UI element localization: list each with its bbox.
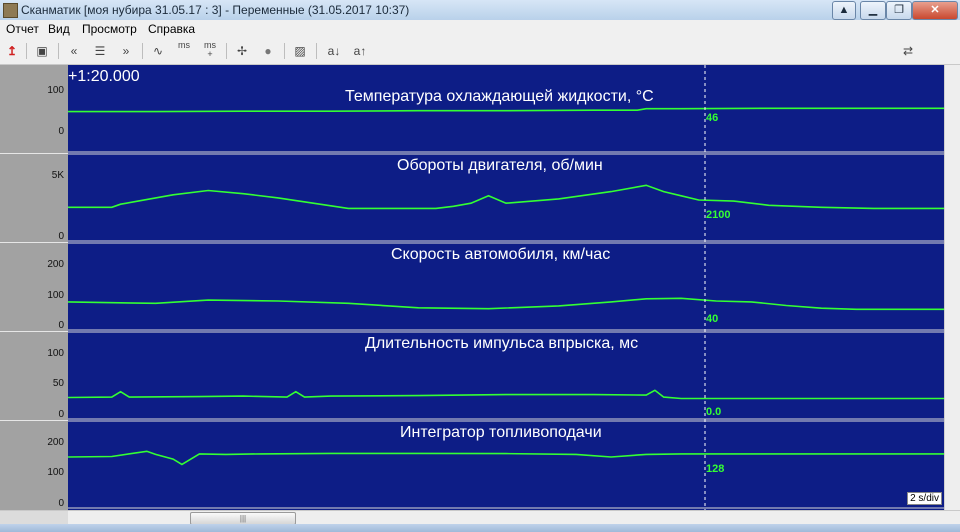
wave-icon[interactable]: ∿	[148, 41, 168, 61]
panel-title-fuel-integrator: Интегратор топливоподачи	[400, 424, 602, 441]
panel-title-speed: Скорость автомобиля, км/час	[391, 246, 611, 263]
tick-label: 200	[47, 259, 64, 270]
usb-icon[interactable]: ⇄	[898, 41, 918, 61]
rewind-icon[interactable]: «	[64, 41, 84, 61]
tick-label: 100	[47, 85, 64, 96]
toolbar: ↥ ▣ « ☰ » ∿ ms ms + ✢ ● ▨ a↓ a↑ ⇄	[0, 38, 960, 65]
menu-view[interactable]: Вид	[48, 22, 70, 36]
sort-up-icon[interactable]: a↑	[350, 41, 370, 61]
horizontal-scrollbar[interactable]: |||	[0, 510, 960, 525]
minimize-button[interactable]: ▁	[860, 1, 886, 20]
readout-rpm: 2100	[706, 209, 731, 221]
sort-down-icon[interactable]: a↓	[324, 41, 344, 61]
exit-icon[interactable]: ↥	[2, 41, 22, 61]
axis-column: 100 0 5K 0 200 100 0 100 50 0 200 100 0	[0, 65, 68, 510]
plot-area[interactable]	[67, 65, 944, 510]
screenshot-icon[interactable]: ▨	[290, 41, 310, 61]
series-line	[67, 297, 944, 311]
panel-title-coolant: Температура охлаждающей жидкости, °C	[345, 88, 654, 105]
trace-canvas[interactable]	[67, 65, 944, 510]
ms-plus-icon[interactable]: ms +	[200, 41, 220, 61]
menu-help[interactable]: Справка	[148, 22, 195, 36]
vertical-scrollbar[interactable]	[944, 65, 960, 510]
menu-preview[interactable]: Просмотр	[82, 22, 137, 36]
series-line	[68, 107, 944, 113]
window-title: Сканматик [моя нубира 31.05.17 : 3] - Пе…	[21, 3, 410, 17]
list-icon[interactable]: ☰	[90, 41, 110, 61]
readout-fuel-integrator: 128	[706, 463, 725, 475]
tick-label: 0	[58, 498, 64, 509]
tick-label: 100	[47, 348, 64, 359]
tick-label: 50	[52, 378, 64, 389]
tools-icon[interactable]: ✢	[232, 41, 252, 61]
title-bar: Сканматик [моя нубира 31.05.17 : 3] - Пе…	[0, 0, 960, 21]
time-scale-label: 2 s/div	[907, 492, 942, 505]
menu-report[interactable]: Отчет	[6, 22, 39, 36]
series-line	[67, 389, 944, 400]
tick-label: 0	[58, 409, 64, 420]
maximize-button[interactable]: ❐	[886, 1, 912, 20]
panel-title-rpm: Обороты двигателя, об/мин	[397, 157, 603, 174]
tick-label: 0	[58, 320, 64, 331]
series-line	[68, 184, 944, 210]
readout-speed: 40	[706, 313, 719, 325]
tick-label: 0	[58, 231, 64, 242]
menu-bar: Отчет Вид Просмотр Справка	[0, 20, 960, 38]
forward-icon[interactable]: »	[116, 41, 136, 61]
app-icon	[3, 3, 18, 18]
tick-label: 5K	[51, 170, 64, 181]
tick-label: 200	[47, 437, 64, 448]
tick-label: 100	[47, 467, 64, 478]
close-button[interactable]: ✕	[912, 1, 958, 20]
series-line	[67, 450, 944, 466]
ms-minus-icon[interactable]: ms	[174, 41, 194, 61]
edit-icon[interactable]: ▣	[32, 41, 52, 61]
time-readout: +1:20.000	[68, 68, 140, 85]
record-icon[interactable]: ●	[258, 41, 278, 61]
tick-label: 100	[47, 290, 64, 301]
readout-injection: 0.0	[706, 406, 722, 418]
panel-title-injection: Длительность импульса впрыска, мс	[365, 335, 639, 352]
taskbar	[0, 524, 960, 532]
tick-label: 0	[58, 126, 64, 137]
caption-up-icon[interactable]: ▲	[832, 1, 856, 20]
readout-coolant: 46	[706, 112, 719, 124]
